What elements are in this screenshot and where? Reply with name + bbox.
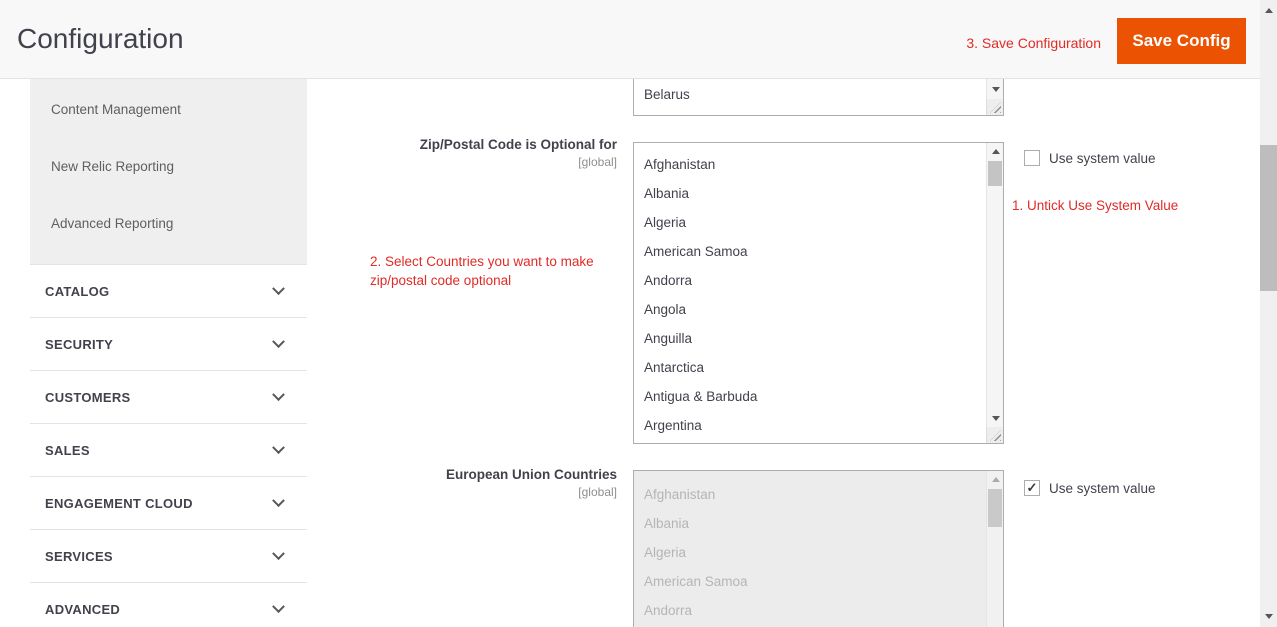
sidebar-subsection-group: Content Management New Relic Reporting A… [30, 79, 307, 264]
scroll-up-button [987, 471, 1004, 488]
zip-use-system-value-row: Use system value [1024, 150, 1156, 166]
arrow-up-icon [1265, 8, 1273, 13]
zip-optional-field-label: Zip/Postal Code is Optional for [global] [330, 137, 617, 169]
sidebar-item-new-relic-reporting[interactable]: New Relic Reporting [30, 138, 307, 195]
field-label-text: Zip/Postal Code is Optional for [330, 137, 617, 152]
resize-grip-icon [990, 430, 1001, 441]
chevron-down-icon [272, 547, 285, 560]
resize-grip-icon [990, 102, 1001, 113]
scroll-down-button[interactable] [987, 410, 1004, 427]
select-scrollbar [986, 471, 1003, 627]
sidebar-section-label: CATALOG [45, 284, 109, 299]
option-list: AfghanistanAlbaniaAlgeriaAmerican SamoaA… [634, 143, 986, 443]
select-option[interactable]: Argentina [634, 411, 986, 440]
chevron-down-icon [272, 388, 285, 401]
chevron-down-icon [272, 335, 285, 348]
field-label-text: European Union Countries [330, 467, 617, 482]
sidebar-section-advanced[interactable]: ADVANCED [30, 582, 307, 627]
sidebar-section-catalog[interactable]: CATALOG [30, 264, 307, 317]
option-list: AfghanistanAlbaniaAlgeriaAmerican SamoaA… [634, 471, 986, 627]
field-scope-text: [global] [330, 155, 617, 169]
select-option[interactable]: Antarctica [634, 353, 986, 382]
resize-handle[interactable] [986, 99, 1003, 115]
field-scope-text: [global] [330, 485, 617, 499]
sidebar-section-label: ADVANCED [45, 602, 120, 617]
select-option[interactable]: Antigua & Barbuda [634, 382, 986, 411]
configuration-page: Configuration 3. Save Configuration Save… [0, 0, 1277, 627]
select-option[interactable]: Belarus [634, 82, 986, 108]
select-option-disabled: Algeria [634, 538, 986, 567]
select-option[interactable]: Anguilla [634, 324, 986, 353]
select-option-disabled: Andorra [634, 596, 986, 625]
select-option[interactable]: Afghanistan [634, 150, 986, 179]
sidebar-section-label: SALES [45, 443, 90, 458]
select-option-disabled: Albania [634, 509, 986, 538]
scrollbar-thumb[interactable] [988, 161, 1002, 186]
use-system-value-checkbox[interactable] [1024, 480, 1040, 496]
zip-optional-country-multiselect[interactable]: AfghanistanAlbaniaAlgeriaAmerican SamoaA… [633, 142, 1004, 444]
save-config-button[interactable]: Save Config [1117, 18, 1246, 64]
country-multiselect-partial[interactable]: BelarusBelgium [633, 79, 1004, 116]
save-annotation-text: 3. Save Configuration [966, 35, 1101, 51]
eu-countries-multiselect-disabled: AfghanistanAlbaniaAlgeriaAmerican SamoaA… [633, 470, 1004, 627]
scroll-up-button[interactable] [1260, 2, 1277, 19]
sidebar-section-engagement-cloud[interactable]: ENGAGEMENT CLOUD [30, 476, 307, 529]
sidebar-section-label: SECURITY [45, 337, 113, 352]
page-scrollbar[interactable] [1260, 0, 1277, 627]
select-option[interactable]: Albania [634, 179, 986, 208]
use-system-value-label[interactable]: Use system value [1049, 481, 1156, 496]
sidebar-section-customers[interactable]: CUSTOMERS [30, 370, 307, 423]
chevron-down-icon [272, 441, 285, 454]
arrow-up-icon [992, 477, 1000, 482]
config-nav-sidebar: Content Management New Relic Reporting A… [30, 79, 307, 627]
select-option[interactable]: Andorra [634, 266, 986, 295]
select-option[interactable]: Algeria [634, 208, 986, 237]
sidebar-section-label: CUSTOMERS [45, 390, 131, 405]
select-option-disabled: Afghanistan [634, 480, 986, 509]
select-option[interactable]: Angola [634, 295, 986, 324]
arrow-up-icon [992, 149, 1000, 154]
resize-handle[interactable] [986, 427, 1003, 443]
select-option-disabled: American Samoa [634, 567, 986, 596]
scroll-up-button[interactable] [987, 143, 1004, 160]
select-option[interactable]: Belgium [634, 108, 986, 115]
scroll-down-button[interactable] [1260, 608, 1277, 625]
use-system-value-checkbox[interactable] [1024, 150, 1040, 166]
eu-use-system-value-row: Use system value [1024, 480, 1156, 496]
sidebar-item-content-management[interactable]: Content Management [30, 81, 307, 138]
select-scrollbar[interactable] [986, 143, 1003, 427]
chevron-down-icon [272, 494, 285, 507]
sidebar-section-sales[interactable]: SALES [30, 423, 307, 476]
select-option[interactable]: American Samoa [634, 237, 986, 266]
option-list: BelarusBelgium [634, 79, 986, 115]
scrollbar-thumb [988, 489, 1002, 527]
sidebar-item-advanced-reporting[interactable]: Advanced Reporting [30, 195, 307, 252]
chevron-down-icon [272, 600, 285, 613]
chevron-down-icon [272, 282, 285, 295]
scrollbar-thumb[interactable] [1260, 145, 1277, 291]
sidebar-section-label: ENGAGEMENT CLOUD [45, 496, 193, 511]
sidebar-section-services[interactable]: SERVICES [30, 529, 307, 582]
use-system-value-label[interactable]: Use system value [1049, 151, 1156, 166]
page-header: Configuration 3. Save Configuration Save… [0, 0, 1277, 79]
arrow-down-icon [992, 87, 1000, 92]
page-title: Configuration [17, 23, 184, 55]
annotation-untick-system-value: 1. Untick Use System Value [1012, 196, 1178, 215]
select-scrollbar[interactable] [986, 79, 1003, 99]
annotation-select-countries: 2. Select Countries you want to make zip… [370, 252, 622, 290]
arrow-down-icon [992, 416, 1000, 421]
arrow-down-icon [1265, 614, 1273, 619]
sidebar-section-label: SERVICES [45, 549, 113, 564]
sidebar-section-security[interactable]: SECURITY [30, 317, 307, 370]
scroll-down-button[interactable] [987, 81, 1004, 98]
eu-countries-field-label: European Union Countries [global] [330, 467, 617, 499]
